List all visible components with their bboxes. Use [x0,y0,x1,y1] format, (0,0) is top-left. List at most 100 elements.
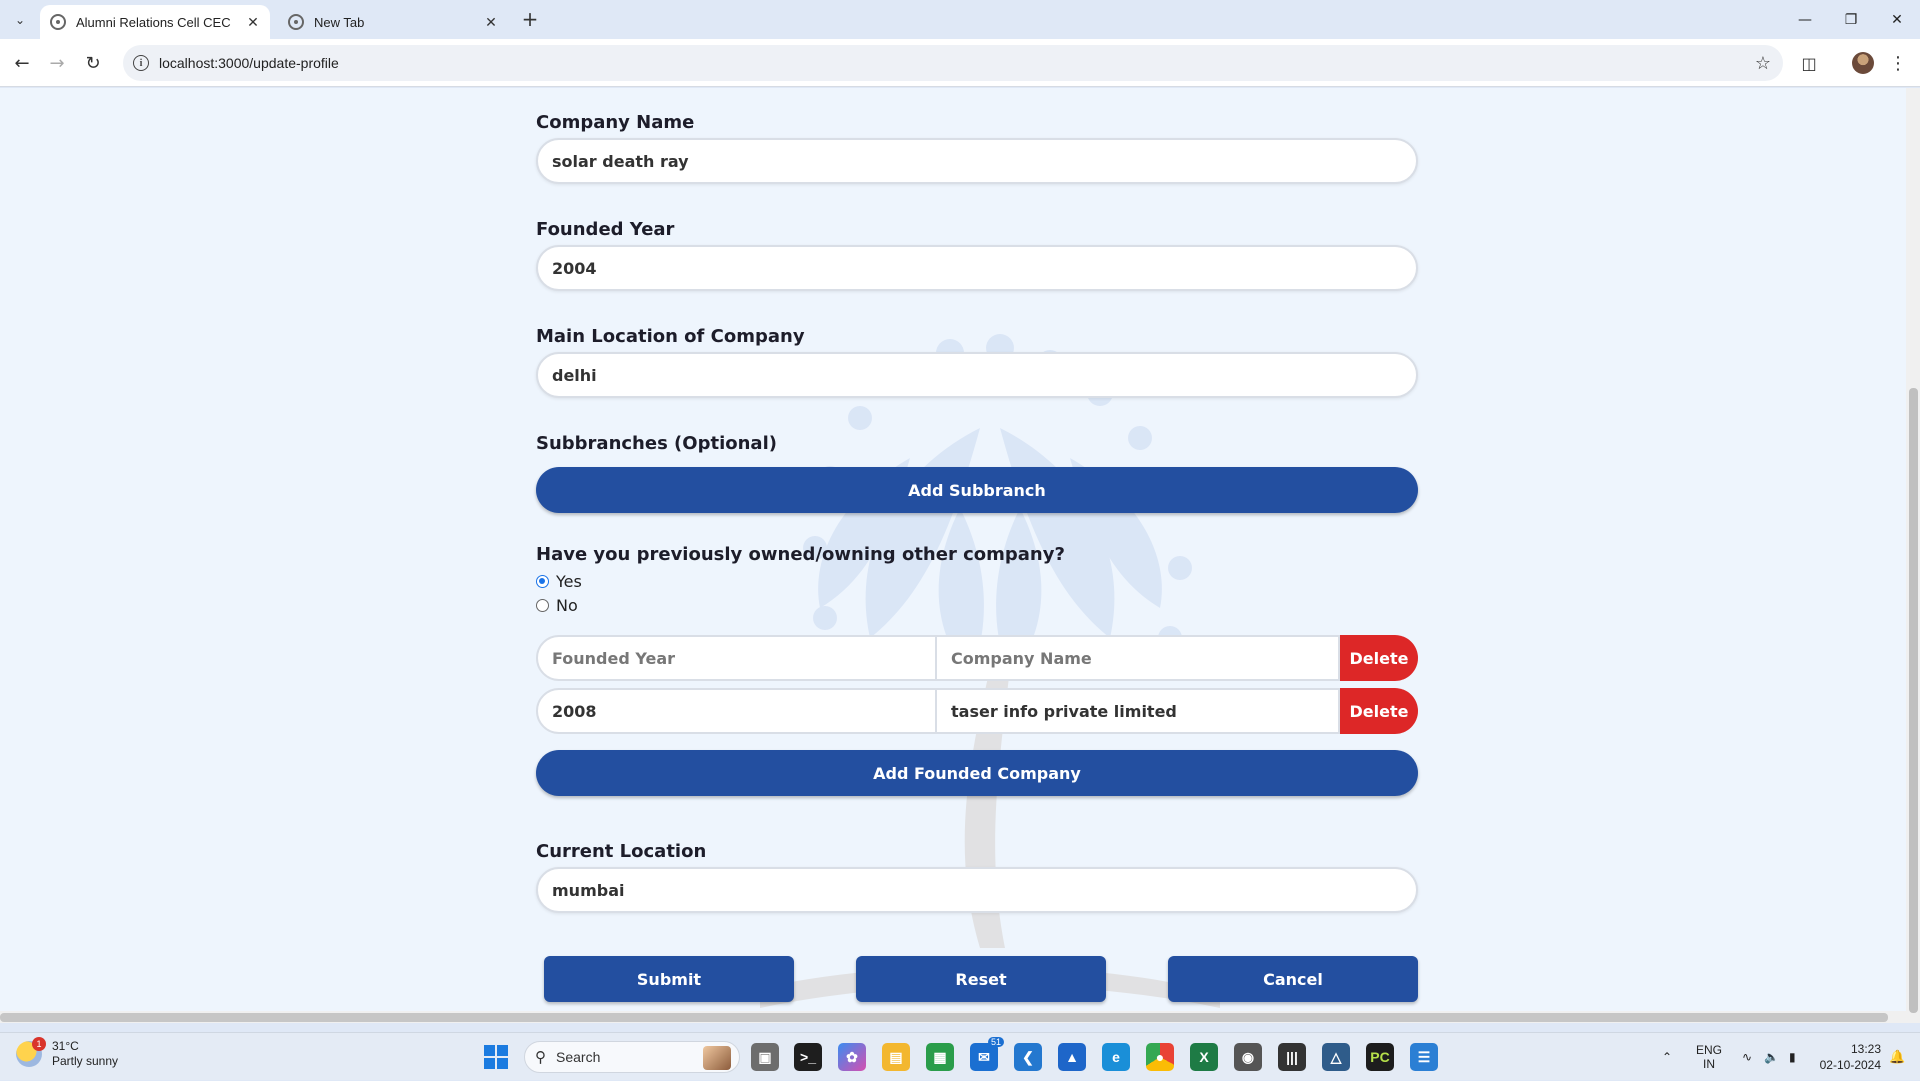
scrollbar-thumb[interactable] [0,1013,1888,1022]
current-location-label: Current Location [536,841,707,862]
globe-icon [288,14,304,30]
previously-owned-question: Have you previously owned/owning other c… [536,544,1065,565]
tab-alumni-relations[interactable]: Alumni Relations Cell CEC ✕ [40,5,270,39]
vertical-scrollbar[interactable] [1906,88,1920,1023]
radio-yes-label: Yes [556,572,582,591]
search-icon: ⚲ [535,1049,546,1066]
close-tab-icon[interactable]: ✕ [480,14,502,31]
back-arrow-icon[interactable]: ← [10,51,34,75]
tab-title: Alumni Relations Cell CEC [76,14,231,30]
browser-toolbar: ← → ↻ i localhost:3000/update-profile ☆ … [0,39,1920,87]
founded-company-name-input[interactable]: Company Name [937,635,1340,681]
company-name-label: Company Name [536,112,695,133]
globe-icon [50,14,66,30]
weather-desc: Partly sunny [52,1054,119,1068]
bookmark-star-icon[interactable]: ☆ [1755,53,1771,74]
delete-company-button[interactable]: Delete [1340,688,1418,734]
tab-new-tab[interactable]: New Tab ✕ [278,5,508,39]
language-indicator[interactable]: ENG IN [1692,1043,1726,1071]
taskbar-search[interactable]: ⚲ Search [524,1041,740,1073]
subbranches-label: Subbranches (Optional) [536,433,777,454]
radio-option-no[interactable]: No [536,596,578,615]
founded-year-input[interactable]: 2004 [536,245,1418,291]
partly-sunny-icon: 1 [16,1037,46,1067]
founded-company-row: Founded Year Company Name Delete [536,635,1418,681]
delete-company-button[interactable]: Delete [1340,635,1418,681]
app-stripes-icon[interactable]: ||| [1278,1043,1306,1071]
radio-no-label: No [556,596,578,615]
region-code: IN [1703,1057,1715,1071]
clock[interactable]: 13:23 02-10-2024 [1820,1041,1881,1073]
scrollbar-thumb[interactable] [1909,388,1918,1013]
windows-taskbar: 1 31°C Partly sunny ⚲ Search ▣ >_ ✿ ▤ ▦ … [0,1032,1920,1080]
battery-icon[interactable]: ▮ [1789,1050,1796,1064]
speaker-muted-icon[interactable]: 🔈 [1764,1050,1779,1064]
add-founded-company-button[interactable]: Add Founded Company [536,750,1418,796]
founded-company-row: 2008 taser info private limited Delete [536,688,1418,734]
browser-tab-bar: ⌄ Alumni Relations Cell CEC ✕ New Tab ✕ … [0,0,1920,39]
window-controls: — ❐ ✕ [1782,0,1920,39]
founded-company-year-input[interactable]: 2008 [536,688,937,734]
clock-time: 13:23 [1850,1042,1882,1056]
disk-utility-icon[interactable]: ◉ [1234,1043,1262,1071]
url-text[interactable]: localhost:3000/update-profile [159,55,339,71]
chrome-icon[interactable]: ● [1146,1043,1174,1071]
search-highlight-image [703,1046,731,1070]
founded-company-year-input[interactable]: Founded Year [536,635,937,681]
reset-button[interactable]: Reset [856,956,1106,1002]
tab-title: New Tab [314,14,365,30]
close-window-icon[interactable]: ✕ [1874,0,1920,39]
minimize-icon[interactable]: — [1782,0,1828,39]
close-tab-icon[interactable]: ✕ [242,14,264,31]
founded-year-label: Founded Year [536,219,675,240]
cancel-button[interactable]: Cancel [1168,956,1418,1002]
search-label: Search [556,1049,601,1065]
notification-bell-icon[interactable]: 🔔 [1889,1049,1905,1065]
main-location-input[interactable]: delhi [536,352,1418,398]
store-icon[interactable]: ▲ [1058,1043,1086,1071]
radio-option-yes[interactable]: Yes [536,572,582,591]
tab-search-chevron-icon[interactable]: ⌄ [8,9,32,31]
new-tab-plus-icon[interactable]: + [518,7,542,31]
main-location-label: Main Location of Company [536,326,805,347]
terminal-icon[interactable]: >_ [794,1043,822,1071]
current-location-input[interactable]: mumbai [536,867,1418,913]
submit-button[interactable]: Submit [544,956,794,1002]
profile-avatar[interactable] [1851,51,1875,75]
address-bar[interactable]: i localhost:3000/update-profile ☆ [123,45,1783,81]
notepad-icon[interactable]: ☰ [1410,1043,1438,1071]
excel-icon[interactable]: X [1190,1043,1218,1071]
forward-arrow-icon[interactable]: → [45,51,69,75]
radio-yes[interactable] [536,575,549,588]
language-code: ENG [1695,1043,1722,1057]
restore-icon[interactable]: ❐ [1828,0,1874,39]
windows-start-icon[interactable] [484,1045,508,1069]
horizontal-scrollbar[interactable] [0,1011,1906,1023]
pycharm-icon[interactable]: PC [1366,1043,1394,1071]
mail-badge: 51 [988,1037,1005,1047]
mysql-workbench-icon[interactable]: △ [1322,1043,1350,1071]
chevron-up-icon[interactable]: ⌃ [1654,1050,1680,1064]
file-explorer-icon[interactable]: ▤ [882,1043,910,1071]
task-view-icon[interactable]: ▣ [751,1043,779,1071]
site-info-icon[interactable]: i [133,55,149,71]
wifi-icon[interactable]: ∿ [1742,1050,1752,1064]
add-subbranch-button[interactable]: Add Subbranch [536,467,1418,513]
more-menu-icon[interactable]: ⋮ [1886,51,1910,75]
edge-icon[interactable]: e [1102,1043,1130,1071]
copilot-icon[interactable]: ✿ [838,1043,866,1071]
weather-temp: 31°C [52,1039,79,1053]
vscode-icon[interactable]: ❮ [1014,1043,1042,1071]
radio-no[interactable] [536,599,549,612]
extensions-puzzle-icon[interactable]: ◫ [1797,51,1821,75]
system-tray: ⌃ ENG IN ∿ 🔈 ▮ 13:23 02-10-2024 🔔 [1654,1033,1905,1081]
reload-icon[interactable]: ↻ [81,51,105,75]
weather-widget[interactable]: 1 31°C Partly sunny [16,1037,119,1069]
avatar [1852,52,1874,74]
clock-date: 02-10-2024 [1819,1058,1882,1072]
mail-icon[interactable]: ✉ [970,1043,998,1071]
founded-company-name-input[interactable]: taser info private limited [937,688,1340,734]
notification-badge: 1 [32,1037,46,1051]
photos-app-icon[interactable]: ▦ [926,1043,954,1071]
company-name-input[interactable]: solar death ray [536,138,1418,184]
